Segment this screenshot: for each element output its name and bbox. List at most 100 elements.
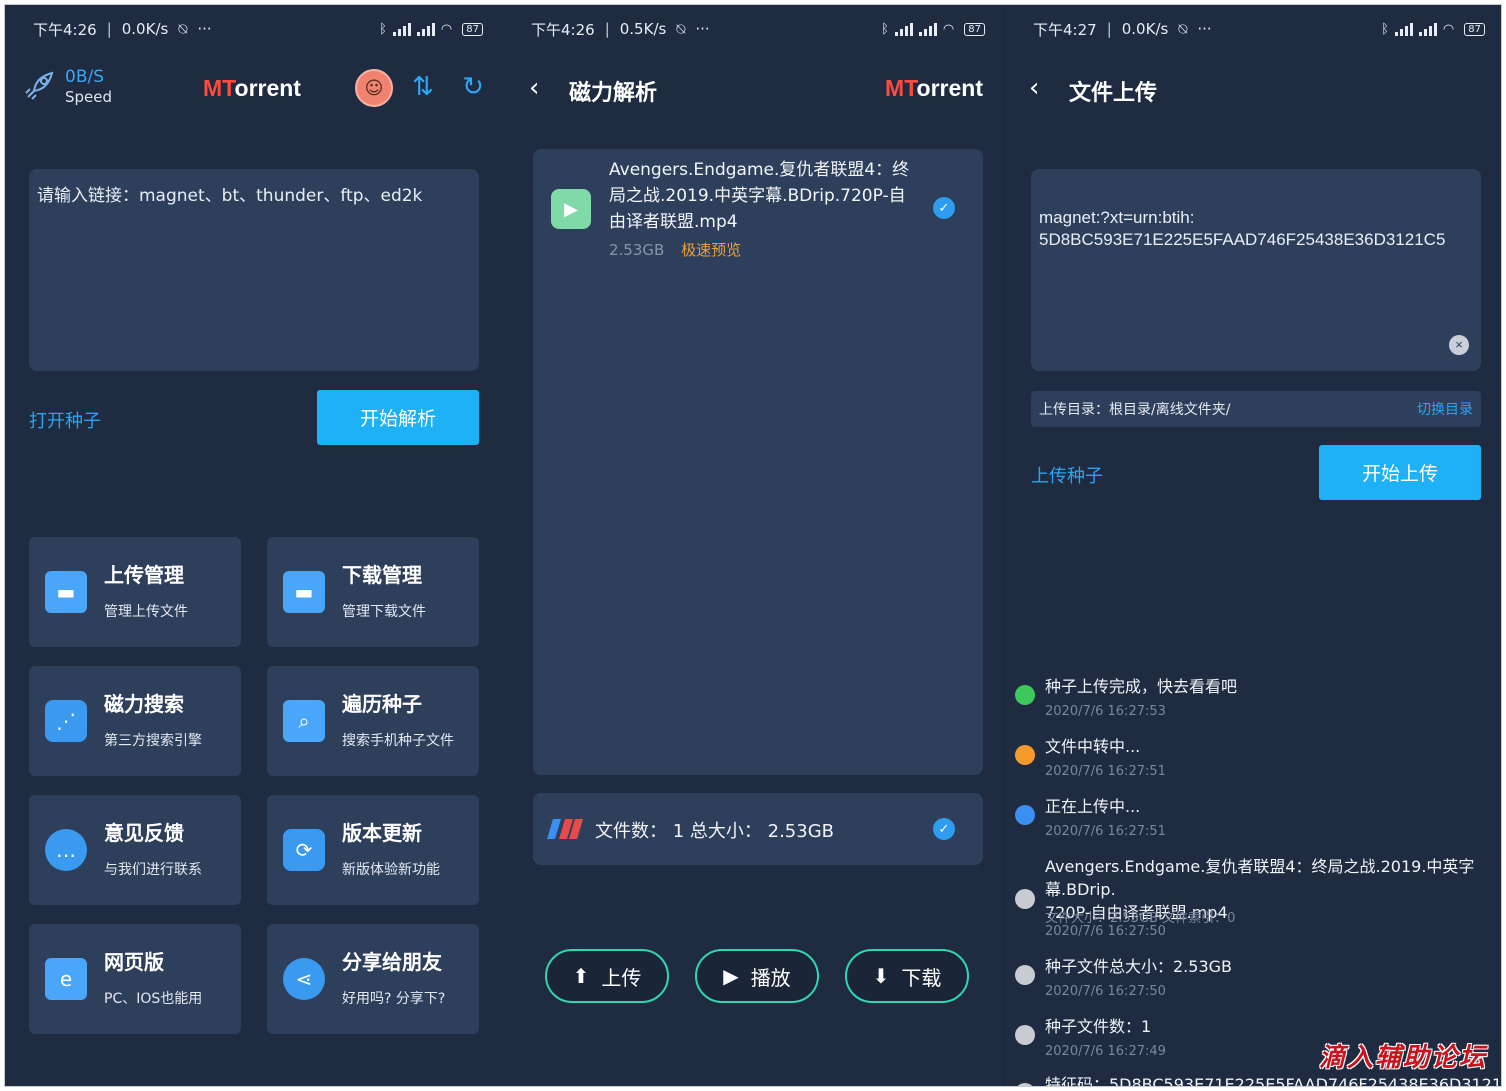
status-dot-icon <box>1015 1025 1035 1045</box>
file-meta: 2.53GB 极速预览 <box>609 239 741 260</box>
wifi-icon: ◠ <box>440 21 453 37</box>
browser-icon: e <box>45 958 87 1000</box>
status-time: 下午4:27 <box>1033 20 1097 39</box>
status-net-speed: 0.5K/s <box>619 20 667 38</box>
file-size: 2.53GB <box>609 241 665 259</box>
fast-preview-link[interactable]: 极速预览 <box>681 241 741 259</box>
switch-dir-link[interactable]: 切换目录 <box>1417 399 1473 419</box>
log-time: 2020/7/6 16:27:50 <box>1045 924 1166 939</box>
log-message: 种子上传完成，快去看看吧 <box>1045 677 1238 696</box>
avatar[interactable]: ☺ <box>355 69 393 107</box>
select-all-checkbox-icon[interactable]: ✓ <box>933 818 955 840</box>
card-magnet-search[interactable]: ⋰ 磁力搜索 第三方搜索引擎 <box>29 666 241 776</box>
log-message: 文件中转中... <box>1045 737 1141 756</box>
log-item: 种子文件总大小：2.53GB 2020/7/6 16:27:50 <box>1015 955 1501 1005</box>
card-version-update[interactable]: ⟳ 版本更新 新版体验新功能 <box>267 795 479 905</box>
log-time: 2020/7/6 16:27:53 <box>1045 704 1166 719</box>
speed-value: 0B/S <box>65 67 104 87</box>
parse-screen: 下午4:26 | 0.5K/s ⍉ ··· ᛒ ◠ 87 ‹ 磁力解析 MTor… <box>503 5 1003 1086</box>
upload-label: 上传 <box>601 965 642 990</box>
card-subtitle: 好用吗? 分享下? <box>342 991 446 1007</box>
upload-torrent-link[interactable]: 上传种子 <box>1031 462 1103 488</box>
folder-download-icon: ▬ <box>283 571 325 613</box>
back-icon[interactable]: ‹ <box>529 73 539 103</box>
card-subtitle: 与我们进行联系 <box>104 862 202 878</box>
play-button[interactable]: ▶ 播放 <box>695 949 819 1003</box>
bluetooth-icon: ᛒ <box>379 21 387 37</box>
speed-label: Speed <box>65 88 113 106</box>
log-item: Avengers.Endgame.复仇者联盟4：终局之战.2019.中英字幕.B… <box>1015 855 1501 945</box>
clear-icon[interactable]: × <box>1449 335 1469 355</box>
status-dot-icon <box>1015 745 1035 765</box>
back-icon[interactable]: ‹ <box>1029 73 1039 103</box>
battery-icon: 87 <box>1464 22 1485 36</box>
status-time: 下午4:26 <box>531 20 595 39</box>
signal-icon <box>1394 22 1413 36</box>
link-input-placeholder: 请输入链接：magnet、bt、thunder、ftp、ed2k <box>37 186 423 206</box>
summary-text: 文件数： 1 总大小： 2.53GB <box>595 821 834 842</box>
card-title: 分享给朋友 <box>342 950 442 974</box>
card-feedback[interactable]: … 意见反馈 与我们进行联系 <box>29 795 241 905</box>
log-item: 文件中转中... 2020/7/6 16:27:51 <box>1015 735 1501 785</box>
card-title: 意见反馈 <box>104 821 184 845</box>
log-item: 种子上传完成，快去看看吧 2020/7/6 16:27:53 <box>1015 675 1501 725</box>
card-subtitle: 第三方搜索引擎 <box>104 733 202 749</box>
start-parse-button[interactable]: 开始解析 <box>317 390 479 445</box>
refresh-icon: ⟳ <box>283 829 325 871</box>
magnet-input[interactable]: magnet:?xt=urn:btih: 5D8BC593E71E225E5FA… <box>1031 169 1481 371</box>
link-input[interactable]: 请输入链接：magnet、bt、thunder、ftp、ed2k <box>29 169 479 371</box>
more-icon: ··· <box>197 20 212 38</box>
card-title: 磁力搜索 <box>104 692 184 716</box>
status-net-speed: 0.0K/s <box>1121 20 1169 38</box>
refresh-icon[interactable]: ↻ <box>457 71 489 103</box>
folder-upload-icon: ▬ <box>45 571 87 613</box>
app-logo: MTorrent <box>203 75 301 101</box>
card-download-manage[interactable]: ▬ 下载管理 管理下载文件 <box>267 537 479 647</box>
upload-screen: 下午4:27 | 0.0K/s ⍉ ··· ᛒ ◠ 87 ‹ 文件上传 magn… <box>1005 5 1502 1087</box>
upload-dir-label: 上传目录：根目录/离线文件夹/ <box>1039 402 1231 418</box>
file-list: ▶ Avengers.Endgame.复仇者联盟4：终局之战.2019.中英字幕… <box>533 149 983 775</box>
card-title: 下载管理 <box>342 563 422 587</box>
open-torrent-link[interactable]: 打开种子 <box>29 407 101 433</box>
status-dot-icon <box>1015 805 1035 825</box>
card-subtitle: 搜索手机种子文件 <box>342 733 454 749</box>
log-time: 2020/7/6 16:27:51 <box>1045 764 1166 779</box>
card-subtitle: 管理下载文件 <box>342 604 426 620</box>
card-upload-manage[interactable]: ▬ 上传管理 管理上传文件 <box>29 537 241 647</box>
download-label: 下载 <box>901 965 942 990</box>
log-message: 种子文件数：1 <box>1045 1017 1152 1036</box>
transfer-icon[interactable]: ⇅ <box>407 71 439 103</box>
checkbox-checked-icon[interactable]: ✓ <box>933 197 955 219</box>
status-dot-icon <box>1015 1083 1035 1086</box>
status-dot-icon <box>1015 685 1035 705</box>
download-button[interactable]: ⬇ 下载 <box>845 949 969 1003</box>
video-file-icon: ▶ <box>551 189 591 229</box>
card-share[interactable]: ⋖ 分享给朋友 好用吗? 分享下? <box>267 924 479 1034</box>
log-message: 特征码：5D8BC593E71E225E5FAAD746F25438E36D31… <box>1045 1075 1502 1087</box>
signal-hd-icon <box>416 22 435 36</box>
card-scan-torrents[interactable]: ⌕ 遍历种子 搜索手机种子文件 <box>267 666 479 776</box>
card-title: 网页版 <box>104 950 164 974</box>
stripes-icon <box>547 819 583 839</box>
log-time: 2020/7/6 16:27:51 <box>1045 824 1166 839</box>
battery-icon: 87 <box>462 22 483 36</box>
signal-icon <box>392 22 411 36</box>
app-logo: MTorrent <box>885 75 983 101</box>
status-bar: 下午4:26 | 0.5K/s ⍉ ··· ᛒ ◠ 87 <box>531 17 985 41</box>
status-dot-icon <box>1015 965 1035 985</box>
signal-hd-icon <box>918 22 937 36</box>
page-title: 磁力解析 <box>569 81 658 106</box>
rocket-icon <box>21 69 57 105</box>
status-time: 下午4:26 <box>33 20 97 39</box>
mute-icon: ⍉ <box>178 20 188 38</box>
more-icon: ··· <box>695 20 710 38</box>
card-title: 遍历种子 <box>342 692 422 716</box>
mute-icon: ⍉ <box>676 20 686 38</box>
card-web-version[interactable]: e 网页版 PC、IOS也能用 <box>29 924 241 1034</box>
arrow-down-icon: ⬇ <box>872 964 890 988</box>
more-icon: ··· <box>1197 20 1212 38</box>
log-time: 2020/7/6 16:27:49 <box>1045 1044 1166 1059</box>
start-upload-button[interactable]: 开始上传 <box>1319 445 1481 500</box>
upload-button[interactable]: ⬆ 上传 <box>545 949 669 1003</box>
log-message: 种子文件总大小：2.53GB <box>1045 957 1233 976</box>
